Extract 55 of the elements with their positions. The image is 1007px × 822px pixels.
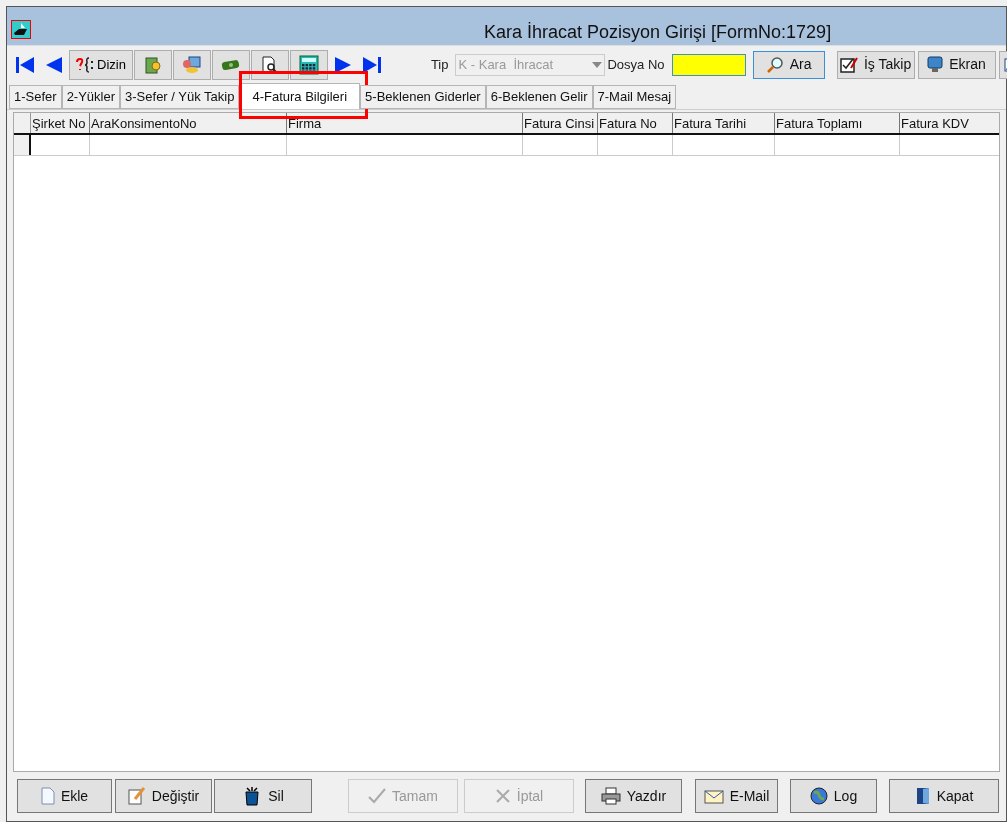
toolbar-button[interactable]: İş Takip — [836, 50, 915, 79]
document-magnifier-icon — [261, 55, 278, 74]
door-icon — [914, 787, 931, 805]
column-header[interactable]: Fatura Cinsi — [523, 113, 598, 133]
mail-button[interactable]: E-Mail — [695, 779, 778, 813]
row-header-corner — [14, 113, 31, 133]
search-button[interactable]: Ara — [752, 50, 825, 79]
print-button[interactable]: Yazdır — [585, 779, 682, 813]
column-header[interactable]: Firma — [287, 113, 523, 133]
index-button[interactable]: Dizin — [69, 49, 133, 80]
tip-label: Tip — [430, 55, 449, 74]
column-header[interactable]: AraKonsimentoNo — [90, 113, 287, 133]
dropdown-caret-icon — [592, 61, 603, 68]
index-icon — [76, 56, 94, 73]
log-button[interactable]: Log — [790, 779, 877, 813]
column-header[interactable]: Fatura Tarihi — [673, 113, 775, 133]
column-header[interactable]: Şirket No — [31, 113, 90, 133]
search-icon — [765, 55, 784, 74]
next-record-icon — [334, 56, 351, 73]
calculator-icon — [298, 54, 319, 75]
monitor-icon — [927, 55, 944, 74]
edit-button[interactable]: Değiştir — [115, 779, 212, 813]
column-header[interactable]: Fatura Toplamı — [775, 113, 900, 133]
tab[interactable]: 1-Sefer — [9, 85, 62, 109]
previous-record-icon — [46, 56, 62, 73]
gear-box-icon — [144, 55, 161, 74]
add-button[interactable]: Ekle — [17, 779, 112, 813]
tab[interactable]: 2-Yükler — [61, 85, 121, 109]
cross-icon — [494, 788, 511, 804]
tab[interactable]: 3-Sefer / Yük Takip — [120, 85, 240, 109]
toolbar-button[interactable]: Ekran — [917, 50, 996, 79]
printer-icon — [600, 787, 621, 805]
blank-page-icon — [40, 787, 55, 805]
ship-app-icon — [11, 20, 31, 39]
file-number-field[interactable] — [671, 53, 746, 76]
checklist-pen-icon — [839, 55, 858, 74]
check-icon — [368, 788, 387, 804]
envelope-icon — [703, 788, 724, 804]
toolbar-button[interactable] — [211, 49, 250, 80]
globe-icon — [809, 787, 828, 805]
tab[interactable]: 5-Beklenen Giderler — [360, 85, 486, 109]
column-header[interactable]: Fatura No — [598, 113, 673, 133]
column-header[interactable]: Fatura KDV — [900, 113, 999, 133]
page-pencil-icon — [127, 787, 146, 805]
window-title: Kara İhracat Pozisyon Girişi [FormNo:1729] — [484, 21, 832, 43]
tab[interactable]: 6-Beklenen Gelir — [485, 85, 593, 109]
palette-icon — [181, 55, 202, 74]
close-button[interactable]: Kapat — [889, 779, 999, 813]
banknotes-icon — [220, 57, 241, 72]
file-number-label: Dosya No — [607, 55, 665, 74]
tab[interactable]: 7-Mail Mesaj — [592, 85, 677, 109]
delete-button[interactable]: Sil — [214, 779, 312, 813]
last-record-icon — [362, 56, 381, 73]
tab[interactable]: 4-Fatura Bilgileri — [239, 83, 361, 109]
first-record-icon — [16, 56, 34, 73]
